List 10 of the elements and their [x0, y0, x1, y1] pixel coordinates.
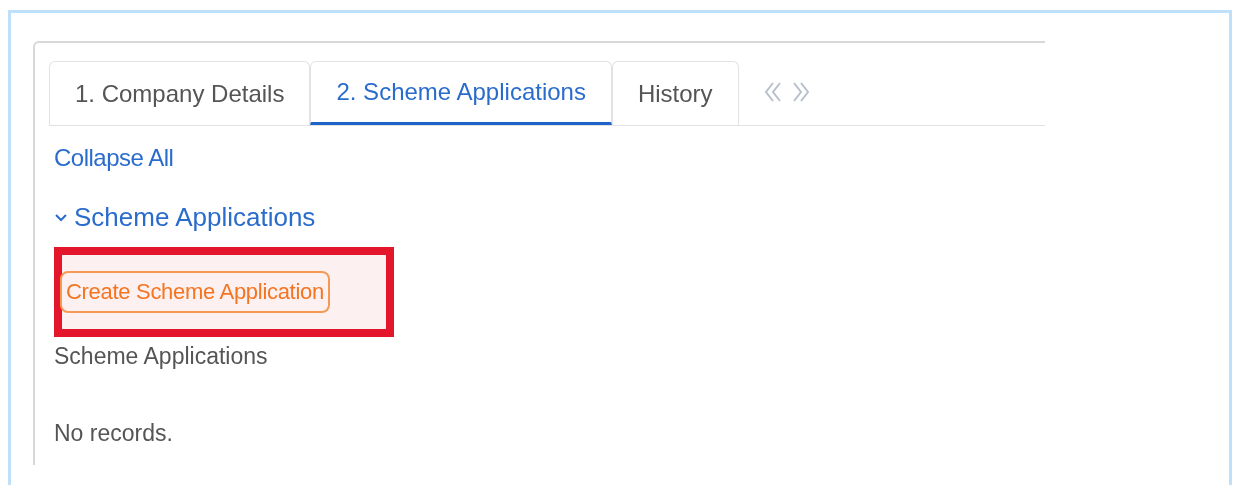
list-title: Scheme Applications: [54, 343, 268, 370]
section-title[interactable]: Scheme Applications: [74, 202, 316, 233]
tab[interactable]: History: [611, 61, 739, 125]
caret-icon[interactable]: [54, 212, 68, 223]
scroll-right-icon[interactable]: [790, 81, 811, 103]
tab[interactable]: 2. Scheme Applications: [310, 61, 612, 125]
collapse-all-link[interactable]: Collapse All: [54, 144, 174, 172]
tab[interactable]: 1. Company Details: [49, 61, 311, 125]
empty-message: No records.: [54, 420, 173, 447]
scroll-left-icon[interactable]: [762, 81, 783, 103]
